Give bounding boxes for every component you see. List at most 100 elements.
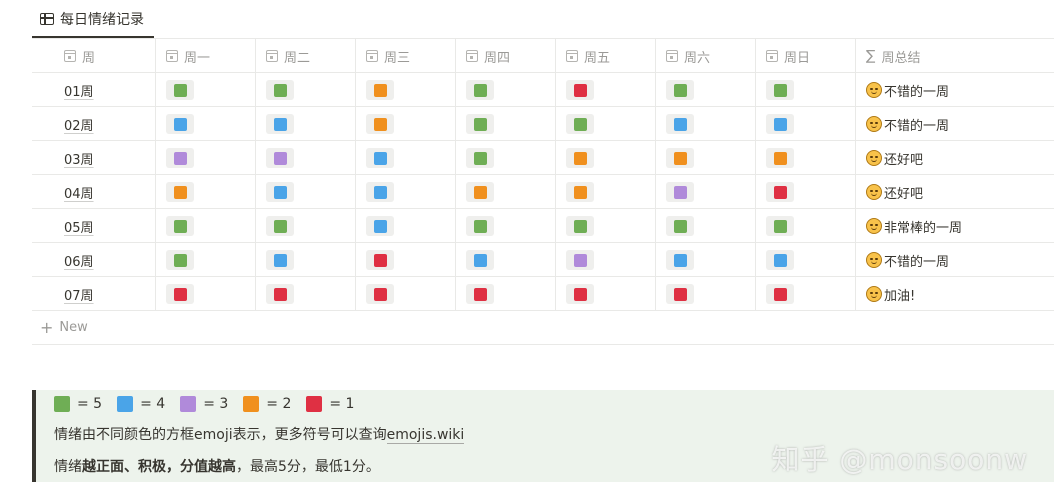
day-cell-sat[interactable]: [656, 277, 756, 311]
week-label: 03周: [64, 152, 94, 168]
column-header-mon[interactable]: 周一: [156, 39, 256, 73]
day-cell-tue[interactable]: [256, 73, 356, 107]
day-cell-fri[interactable]: [556, 277, 656, 311]
mood-square-icon: [173, 287, 187, 301]
day-cell-fri[interactable]: [556, 175, 656, 209]
mood-tag: [266, 182, 294, 202]
column-header-summary[interactable]: ∑ 周总结: [856, 39, 1054, 73]
day-cell-fri[interactable]: [556, 243, 656, 277]
mood-square-icon: [373, 151, 387, 165]
day-cell-tue[interactable]: [256, 175, 356, 209]
day-cell-mon[interactable]: [156, 277, 256, 311]
day-cell-tue[interactable]: [256, 141, 356, 175]
day-cell-tue[interactable]: [256, 209, 356, 243]
day-cell-wed[interactable]: [356, 175, 456, 209]
day-cell-sun[interactable]: [756, 73, 856, 107]
day-cell-sun[interactable]: [756, 209, 856, 243]
day-cell-mon[interactable]: [156, 141, 256, 175]
mood-square-icon: [773, 287, 787, 301]
day-cell-wed[interactable]: [356, 107, 456, 141]
day-cell-mon[interactable]: [156, 209, 256, 243]
table-row[interactable]: 02周 不错的一周: [32, 107, 1054, 141]
table-row[interactable]: 06周 不错的一周: [32, 243, 1054, 277]
summary-content: 不错的一周: [866, 115, 949, 134]
week-cell[interactable]: 06周: [32, 243, 156, 277]
day-cell-thu[interactable]: [456, 209, 556, 243]
day-cell-thu[interactable]: [456, 73, 556, 107]
day-cell-fri[interactable]: [556, 73, 656, 107]
mood-square-icon: [173, 219, 187, 233]
legend-item: = 4: [117, 396, 165, 412]
day-cell-wed[interactable]: [356, 209, 456, 243]
mood-square-icon: [273, 253, 287, 267]
mood-square-icon: [473, 117, 487, 131]
summary-cell[interactable]: 不错的一周: [856, 107, 1054, 141]
day-cell-tue[interactable]: [256, 243, 356, 277]
week-label: 07周: [64, 288, 94, 304]
day-cell-mon[interactable]: [156, 107, 256, 141]
week-cell[interactable]: 04周: [32, 175, 156, 209]
summary-cell[interactable]: 不错的一周: [856, 243, 1054, 277]
day-cell-sun[interactable]: [756, 107, 856, 141]
add-new-row-button[interactable]: + New: [32, 311, 1054, 345]
summary-text: 非常棒的一周: [884, 220, 963, 236]
table-row[interactable]: 01周 不错的一周: [32, 73, 1054, 107]
column-header-fri[interactable]: 周五: [556, 39, 656, 73]
mood-square-icon: [573, 287, 587, 301]
summary-cell[interactable]: 非常棒的一周: [856, 209, 1054, 243]
table-row[interactable]: 05周 非常棒的一周: [32, 209, 1054, 243]
day-cell-mon[interactable]: [156, 243, 256, 277]
score-note-suffix: ，最高5分，最低1分。: [236, 459, 380, 475]
week-cell[interactable]: 05周: [32, 209, 156, 243]
day-cell-sat[interactable]: [656, 141, 756, 175]
day-cell-sun[interactable]: [756, 277, 856, 311]
table-row[interactable]: 07周 加油!: [32, 277, 1054, 311]
day-cell-thu[interactable]: [456, 243, 556, 277]
table-row[interactable]: 04周 还好吧: [32, 175, 1054, 209]
day-cell-sat[interactable]: [656, 107, 756, 141]
day-cell-sun[interactable]: [756, 243, 856, 277]
column-header-thu[interactable]: 周四: [456, 39, 556, 73]
mood-square-icon: [373, 219, 387, 233]
view-tab-table[interactable]: 每日情绪记录: [32, 0, 152, 38]
column-header-sat[interactable]: 周六: [656, 39, 756, 73]
day-cell-sun[interactable]: [756, 175, 856, 209]
column-header-tue[interactable]: 周二: [256, 39, 356, 73]
day-cell-wed[interactable]: [356, 73, 456, 107]
column-header-wed[interactable]: 周三: [356, 39, 456, 73]
week-cell[interactable]: 07周: [32, 277, 156, 311]
day-cell-fri[interactable]: [556, 141, 656, 175]
day-cell-thu[interactable]: [456, 175, 556, 209]
week-cell[interactable]: 01周: [32, 73, 156, 107]
day-cell-thu[interactable]: [456, 141, 556, 175]
day-cell-sat[interactable]: [656, 243, 756, 277]
table-header-row: 周 周一 周二 周三 周四 周五 周六 周日 ∑ 周总结: [32, 39, 1054, 73]
column-header-week[interactable]: 周: [32, 39, 156, 73]
day-cell-fri[interactable]: [556, 107, 656, 141]
day-cell-wed[interactable]: [356, 141, 456, 175]
mood-tag: [166, 284, 194, 304]
day-cell-thu[interactable]: [456, 277, 556, 311]
summary-cell[interactable]: 加油!: [856, 277, 1054, 311]
summary-cell[interactable]: 不错的一周: [856, 73, 1054, 107]
mood-tag: [666, 284, 694, 304]
day-cell-sat[interactable]: [656, 175, 756, 209]
day-cell-tue[interactable]: [256, 107, 356, 141]
day-cell-mon[interactable]: [156, 175, 256, 209]
day-cell-mon[interactable]: [156, 73, 256, 107]
day-cell-wed[interactable]: [356, 277, 456, 311]
column-header-sun[interactable]: 周日: [756, 39, 856, 73]
day-cell-wed[interactable]: [356, 243, 456, 277]
week-cell[interactable]: 03周: [32, 141, 156, 175]
day-cell-sat[interactable]: [656, 73, 756, 107]
day-cell-thu[interactable]: [456, 107, 556, 141]
table-row[interactable]: 03周 还好吧: [32, 141, 1054, 175]
day-cell-fri[interactable]: [556, 209, 656, 243]
summary-cell[interactable]: 还好吧: [856, 175, 1054, 209]
emojis-wiki-link[interactable]: emojis.wiki: [386, 427, 465, 444]
week-cell[interactable]: 02周: [32, 107, 156, 141]
day-cell-tue[interactable]: [256, 277, 356, 311]
summary-cell[interactable]: 还好吧: [856, 141, 1054, 175]
day-cell-sat[interactable]: [656, 209, 756, 243]
day-cell-sun[interactable]: [756, 141, 856, 175]
